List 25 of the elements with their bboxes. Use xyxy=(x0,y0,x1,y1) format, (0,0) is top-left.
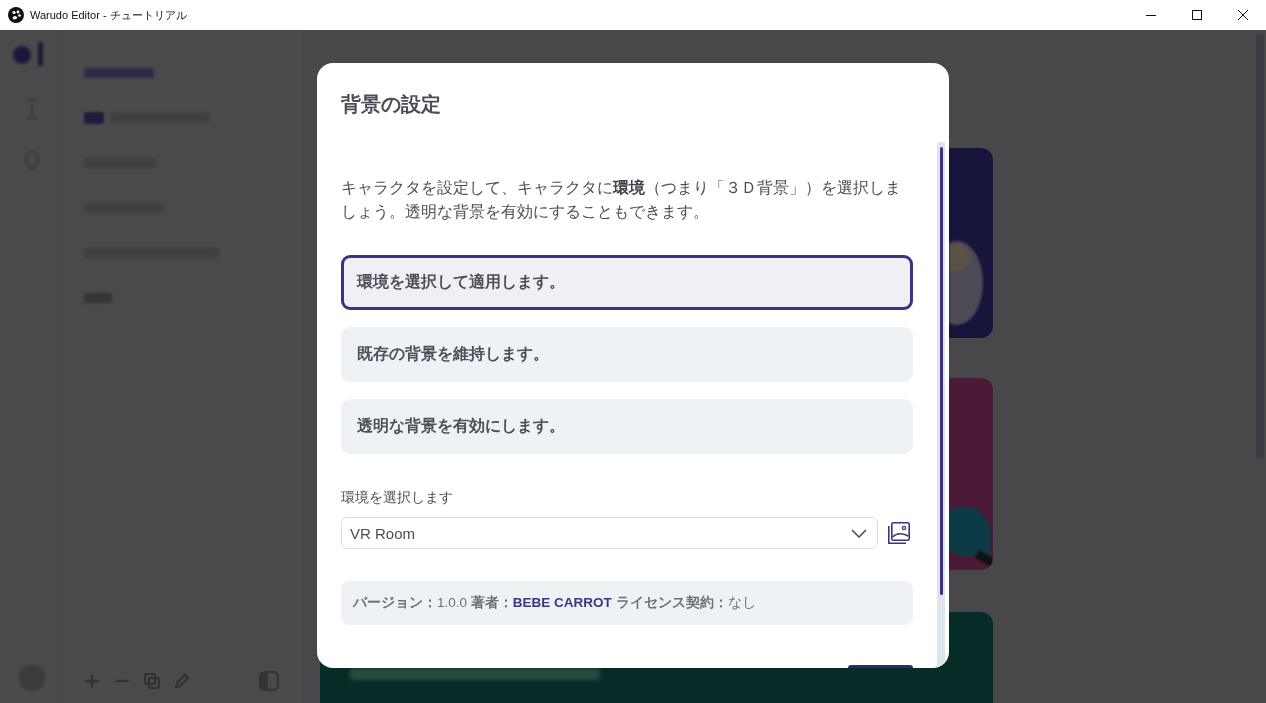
blurred-menu-item[interactable] xyxy=(84,68,154,78)
minimize-icon xyxy=(1146,14,1156,16)
camera-icon xyxy=(84,112,104,124)
choice-option[interactable]: 既存の背景を維持します。 xyxy=(341,327,913,382)
image-button[interactable] xyxy=(888,522,910,544)
description-text: キャラクタを設定して、キャラクタに環境（つまり「３Ｄ背景」）を選択しましょう。透明な背景を有効にすることもできます。 xyxy=(341,177,902,222)
pencil-icon[interactable] xyxy=(174,673,190,689)
maximize-icon xyxy=(1192,10,1202,20)
window-title: Warudo Editor - チュートリアル xyxy=(30,7,187,23)
panel-icon[interactable] xyxy=(259,671,279,691)
close-icon xyxy=(1238,10,1248,20)
chevron-down-icon xyxy=(851,528,867,538)
app-logo-icon xyxy=(8,7,24,23)
metadata-text: バージョン：1.0.0 著者：BEBE CARROT ライセンス契約：なし xyxy=(353,594,756,612)
field-label: 環境を選択します xyxy=(341,489,454,507)
environment-dropdown[interactable]: VR Room xyxy=(341,517,878,549)
choice-option[interactable]: 環境を選択して適用します。 xyxy=(341,255,913,310)
copy-icon[interactable] xyxy=(144,673,160,689)
dialog-title: 背景の設定 xyxy=(340,92,442,117)
thumbnail-card[interactable] xyxy=(949,378,993,570)
thumbnail-card[interactable] xyxy=(949,148,993,338)
choice-option[interactable]: 透明な背景を有効にします。 xyxy=(341,399,913,454)
image-icon xyxy=(888,522,910,544)
cut-off-button[interactable] xyxy=(848,665,913,668)
scrollbar-thumb[interactable] xyxy=(939,147,943,595)
